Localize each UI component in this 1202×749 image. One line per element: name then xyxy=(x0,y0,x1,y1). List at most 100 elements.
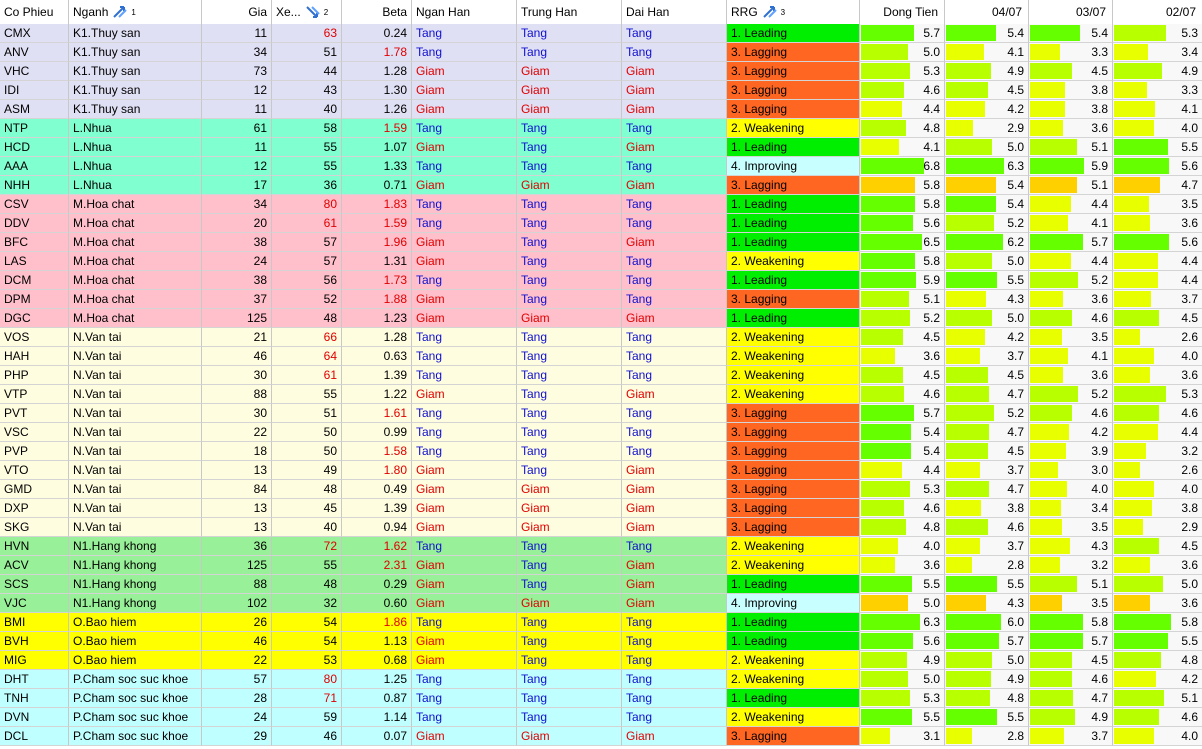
cell-dong-tien[interactable]: 5.3 xyxy=(860,480,945,499)
cell-ngan-han[interactable]: Giam xyxy=(412,309,517,328)
cell-ngan-han[interactable]: Tang xyxy=(412,328,517,347)
cell-rrg[interactable]: 3. Lagging xyxy=(727,480,860,499)
cell-xep[interactable]: 53 xyxy=(272,651,342,670)
cell-date-2[interactable]: 3.5 xyxy=(1029,328,1113,347)
cell-beta[interactable]: 1.96 xyxy=(342,233,412,252)
cell-dong-tien[interactable]: 4.5 xyxy=(860,328,945,347)
cell-xep[interactable]: 55 xyxy=(272,157,342,176)
cell-gia[interactable]: 88 xyxy=(202,575,272,594)
cell-nganh[interactable]: M.Hoa chat xyxy=(69,195,202,214)
cell-date-3[interactable]: 4.0 xyxy=(1113,119,1202,138)
cell-rrg[interactable]: 2. Weakening xyxy=(727,366,860,385)
cell-date-2[interactable]: 3.5 xyxy=(1029,594,1113,613)
cell-trung-han[interactable]: Giam xyxy=(517,518,622,537)
cell-gia[interactable]: 21 xyxy=(202,328,272,347)
cell-rrg[interactable]: 2. Weakening xyxy=(727,119,860,138)
cell-dai-han[interactable]: Giam xyxy=(622,176,727,195)
cell-date-3[interactable]: 4.2 xyxy=(1113,670,1202,689)
cell-rrg[interactable]: 1. Leading xyxy=(727,613,860,632)
cell-gia[interactable]: 34 xyxy=(202,43,272,62)
cell-nganh[interactable]: K1.Thuy san xyxy=(69,43,202,62)
table-row[interactable]: CMX K1.Thuy san 11 63 0.24 Tang Tang Tang 1. Lea… xyxy=(0,24,1202,43)
cell-date-3[interactable]: 5.8 xyxy=(1113,613,1202,632)
cell-ngan-han[interactable]: Tang xyxy=(412,423,517,442)
cell-dong-tien[interactable]: 4.0 xyxy=(860,537,945,556)
cell-xep[interactable]: 40 xyxy=(272,100,342,119)
cell-date-1[interactable]: 4.5 xyxy=(945,442,1029,461)
cell-xep[interactable]: 51 xyxy=(272,404,342,423)
cell-nganh[interactable]: N.Van tai xyxy=(69,442,202,461)
cell-beta[interactable]: 1.61 xyxy=(342,404,412,423)
cell-gia[interactable]: 20 xyxy=(202,214,272,233)
cell-gia[interactable]: 34 xyxy=(202,195,272,214)
col-header-co-phieu[interactable]: Co Phieu xyxy=(0,0,69,24)
cell-xep[interactable]: 55 xyxy=(272,385,342,404)
cell-date-1[interactable]: 5.7 xyxy=(945,632,1029,651)
cell-xep[interactable]: 36 xyxy=(272,176,342,195)
cell-rrg[interactable]: 1. Leading xyxy=(727,632,860,651)
cell-gia[interactable]: 46 xyxy=(202,632,272,651)
cell-ngan-han[interactable]: Giam xyxy=(412,556,517,575)
cell-xep[interactable]: 50 xyxy=(272,442,342,461)
cell-nganh[interactable]: N1.Hang khong xyxy=(69,556,202,575)
cell-date-3[interactable]: 4.0 xyxy=(1113,727,1202,746)
cell-xep[interactable]: 71 xyxy=(272,689,342,708)
cell-date-1[interactable]: 5.5 xyxy=(945,575,1029,594)
cell-rrg[interactable]: 2. Weakening xyxy=(727,708,860,727)
cell-xep[interactable]: 59 xyxy=(272,708,342,727)
table-row[interactable]: VJC N1.Hang khong 102 32 0.60 Giam Giam Giam 4. … xyxy=(0,594,1202,613)
cell-date-3[interactable]: 3.8 xyxy=(1113,499,1202,518)
cell-co-phieu[interactable]: PVP xyxy=(0,442,69,461)
cell-date-2[interactable]: 3.5 xyxy=(1029,518,1113,537)
cell-date-2[interactable]: 5.1 xyxy=(1029,575,1113,594)
cell-trung-han[interactable]: Tang xyxy=(517,347,622,366)
cell-trung-han[interactable]: Tang xyxy=(517,233,622,252)
cell-dong-tien[interactable]: 5.6 xyxy=(860,214,945,233)
cell-co-phieu[interactable]: SKG xyxy=(0,518,69,537)
cell-trung-han[interactable]: Giam xyxy=(517,594,622,613)
cell-gia[interactable]: 22 xyxy=(202,651,272,670)
cell-beta[interactable]: 0.63 xyxy=(342,347,412,366)
cell-dong-tien[interactable]: 4.4 xyxy=(860,461,945,480)
cell-nganh[interactable]: N.Van tai xyxy=(69,385,202,404)
cell-date-3[interactable]: 5.0 xyxy=(1113,575,1202,594)
cell-beta[interactable]: 0.87 xyxy=(342,689,412,708)
cell-date-1[interactable]: 4.8 xyxy=(945,689,1029,708)
cell-date-1[interactable]: 3.8 xyxy=(945,499,1029,518)
cell-date-1[interactable]: 5.4 xyxy=(945,195,1029,214)
sort-icon[interactable]: 3 xyxy=(762,5,785,19)
cell-beta[interactable]: 0.94 xyxy=(342,518,412,537)
cell-co-phieu[interactable]: GMD xyxy=(0,480,69,499)
cell-trung-han[interactable]: Tang xyxy=(517,328,622,347)
cell-date-1[interactable]: 4.9 xyxy=(945,670,1029,689)
cell-rrg[interactable]: 1. Leading xyxy=(727,233,860,252)
cell-co-phieu[interactable]: ANV xyxy=(0,43,69,62)
cell-gia[interactable]: 37 xyxy=(202,290,272,309)
cell-ngan-han[interactable]: Giam xyxy=(412,651,517,670)
cell-xep[interactable]: 61 xyxy=(272,214,342,233)
cell-xep[interactable]: 72 xyxy=(272,537,342,556)
cell-date-3[interactable]: 4.5 xyxy=(1113,537,1202,556)
cell-xep[interactable]: 49 xyxy=(272,461,342,480)
cell-date-1[interactable]: 6.0 xyxy=(945,613,1029,632)
cell-dong-tien[interactable]: 5.3 xyxy=(860,62,945,81)
cell-rrg[interactable]: 2. Weakening xyxy=(727,670,860,689)
cell-nganh[interactable]: P.Cham soc suc khoe xyxy=(69,670,202,689)
cell-date-3[interactable]: 5.5 xyxy=(1113,632,1202,651)
cell-trung-han[interactable]: Tang xyxy=(517,708,622,727)
cell-beta[interactable]: 1.59 xyxy=(342,119,412,138)
cell-date-2[interactable]: 5.1 xyxy=(1029,176,1113,195)
cell-dong-tien[interactable]: 6.8 xyxy=(860,157,945,176)
cell-rrg[interactable]: 3. Lagging xyxy=(727,176,860,195)
cell-date-1[interactable]: 5.4 xyxy=(945,24,1029,43)
cell-trung-han[interactable]: Tang xyxy=(517,423,622,442)
cell-co-phieu[interactable]: AAA xyxy=(0,157,69,176)
cell-gia[interactable]: 11 xyxy=(202,24,272,43)
cell-co-phieu[interactable]: BMI xyxy=(0,613,69,632)
cell-trung-han[interactable]: Tang xyxy=(517,556,622,575)
cell-beta[interactable]: 1.83 xyxy=(342,195,412,214)
cell-trung-han[interactable]: Tang xyxy=(517,290,622,309)
cell-trung-han[interactable]: Tang xyxy=(517,404,622,423)
cell-date-2[interactable]: 3.6 xyxy=(1029,290,1113,309)
cell-co-phieu[interactable]: DCM xyxy=(0,271,69,290)
